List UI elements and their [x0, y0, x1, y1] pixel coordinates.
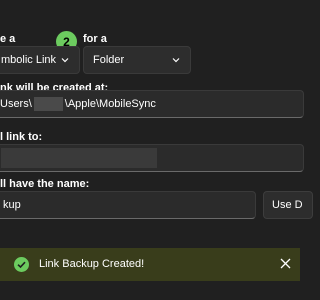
- use-default-button[interactable]: Use D: [263, 191, 313, 219]
- success-check-icon: [14, 257, 29, 272]
- chevron-down-icon: [61, 58, 69, 63]
- name-field[interactable]: kup: [0, 191, 256, 219]
- link-to-field[interactable]: [0, 144, 304, 172]
- success-toast: Link Backup Created!: [0, 248, 300, 281]
- create-a-label: e a: [0, 33, 16, 45]
- for-a-label: for a: [83, 33, 107, 45]
- link-type-select[interactable]: mbolic Link: [0, 46, 80, 74]
- redacted-username: [33, 97, 63, 111]
- location-suffix: \Apple\MobileSync: [64, 98, 156, 110]
- link-location-field[interactable]: Users\ \Apple\MobileSync: [0, 90, 304, 118]
- chevron-down-icon: [172, 58, 180, 63]
- target-type-value: Folder: [93, 54, 125, 66]
- link-to-label: l link to:: [0, 131, 43, 143]
- redacted-path: [1, 148, 157, 168]
- target-type-select[interactable]: Folder: [83, 46, 191, 74]
- close-icon[interactable]: [280, 258, 291, 269]
- name-value: kup: [3, 199, 21, 211]
- toast-message: Link Backup Created!: [39, 258, 145, 270]
- link-type-value: mbolic Link: [1, 54, 57, 66]
- location-prefix: Users\: [0, 98, 32, 110]
- name-label: ll have the name:: [0, 178, 90, 190]
